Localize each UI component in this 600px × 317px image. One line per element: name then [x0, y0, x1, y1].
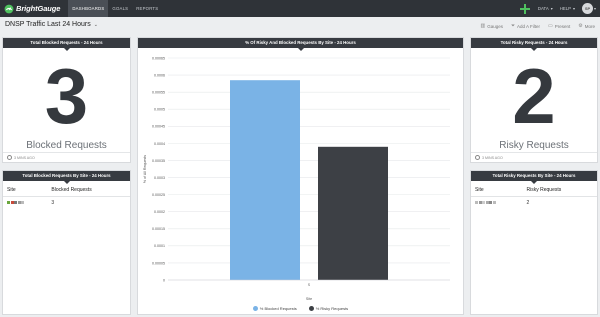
brand-name: BrightGauge: [16, 4, 61, 13]
y-tick-label: 0.00065: [152, 56, 165, 60]
legend-swatch: [308, 306, 314, 311]
table-header-row: Site Risky Requests: [471, 184, 597, 197]
updated-time-text: 3 MINS AGO: [482, 155, 503, 160]
legend-swatch: [252, 306, 258, 311]
y-tick-label: 0: [163, 278, 165, 282]
risky-total-widget[interactable]: Total Risky Requests - 24 Hours 2 Risky …: [470, 37, 598, 163]
redacted-site-name: [475, 200, 497, 206]
add-filter-button[interactable]: ⏷ Add A Filter: [511, 23, 540, 29]
updated-time: 3 MINS AGO: [7, 155, 35, 160]
y-tick-label: 0.00055: [152, 91, 165, 95]
nav-dashboards[interactable]: DASHBOARDS: [68, 0, 109, 17]
dashboard-toolbar: ▥ Gauges ⏷ Add A Filter ▭ Present ⚙ More: [472, 23, 595, 29]
more-button[interactable]: ⚙ More: [578, 23, 595, 29]
risky-by-site-widget[interactable]: Total Risky Requests By Site - 24 Hours …: [470, 170, 598, 315]
help-menu[interactable]: HELP ▾: [560, 6, 575, 11]
top-navigation: BrightGauge DASHBOARDS GOALS REPORTS DAT…: [0, 0, 600, 17]
y-tick-label: 0.00015: [152, 227, 165, 231]
divider: [3, 152, 130, 153]
bar-blocked: [230, 80, 300, 280]
chart-legend: % Blocked Requests % Risky Requests: [138, 306, 463, 311]
risky-value: 2: [526, 200, 530, 207]
chevron-down-icon: ⌄: [93, 21, 98, 28]
data-menu-label: DATA: [537, 6, 549, 11]
y-tick-label: 0.0005: [154, 108, 165, 112]
y-tick-label: 0.0004: [154, 142, 165, 146]
blocked-count: 3: [44, 52, 89, 140]
column-header-risky: Risky Requests: [522, 184, 597, 197]
filter-icon: ⏷: [510, 23, 515, 29]
column-header-blocked: Blocked Requests: [47, 184, 130, 197]
nav-reports[interactable]: REPORTS: [132, 0, 162, 17]
dashboard-selector[interactable]: DNSP Traffic Last 24 Hours ⌄: [5, 21, 98, 28]
y-tick-label: 0.00035: [152, 159, 165, 163]
dashboard-title: DNSP Traffic Last 24 Hours: [5, 21, 91, 28]
x-tick-label: S: [308, 283, 311, 287]
x-axis-label: Site: [306, 297, 312, 301]
blocked-value: 3: [51, 200, 55, 207]
blocked-total-widget[interactable]: Total Blocked Requests - 24 Hours 3 Bloc…: [2, 37, 131, 163]
widget-title: Total Blocked Requests By Site - 24 Hour…: [3, 171, 130, 184]
monitor-icon: ▭: [548, 23, 553, 29]
y-tick-label: 0.0003: [154, 176, 165, 180]
widget-title: Total Risky Requests - 24 Hours: [471, 38, 597, 51]
risky-label: Risky Requests: [499, 140, 569, 151]
gear-icon: ⚙: [578, 23, 583, 29]
risky-blocked-chart-widget[interactable]: % Of Risky And Blocked Requests By Site …: [137, 37, 464, 315]
bar-chart-icon: ▥: [480, 23, 486, 29]
site-name-redacted: [3, 197, 47, 210]
column-header-site: Site: [471, 184, 523, 197]
table-row[interactable]: 3: [3, 197, 130, 210]
site-name-redacted: [471, 197, 523, 210]
widget-title: Total Blocked Requests - 24 Hours: [3, 38, 130, 51]
user-avatar[interactable]: SP: [581, 3, 593, 14]
chevron-down-icon: ▾: [550, 6, 553, 11]
legend-item-risky[interactable]: % Risky Requests: [308, 306, 349, 311]
blocked-by-site-widget[interactable]: Total Blocked Requests By Site - 24 Hour…: [2, 170, 131, 315]
more-label: More: [584, 23, 595, 29]
brightgauge-logo-icon: [4, 4, 14, 13]
bar-risky: [318, 146, 388, 280]
widget-title: % Of Risky And Blocked Requests By Site …: [138, 38, 463, 51]
bar-chart: 0 0.00005 0.0001 0.00015 0.0002 0.00025 0.0003…: [143, 56, 450, 301]
gauges-button[interactable]: ▥ Gauges: [480, 23, 503, 29]
data-menu[interactable]: DATA ▾: [538, 6, 553, 11]
blocked-by-site-table: Site Blocked Requests 3: [3, 184, 130, 209]
add-filter-label: Add A Filter: [516, 23, 540, 29]
table-header-row: Site Blocked Requests: [3, 184, 130, 197]
chevron-down-icon[interactable]: ▾: [594, 6, 596, 11]
y-tick-label: 0.00045: [152, 125, 165, 129]
add-plus-icon[interactable]: [519, 3, 530, 14]
gauges-label: Gauges: [487, 23, 503, 29]
updated-time: 3 MINS AGO: [475, 155, 503, 160]
clock-icon: [7, 155, 12, 160]
updated-time-text: 3 MINS AGO: [14, 155, 35, 160]
y-tick-label: 0.00025: [152, 193, 165, 197]
blocked-label: Blocked Requests: [26, 140, 107, 151]
legend-item-blocked[interactable]: % Blocked Requests: [252, 306, 297, 311]
help-menu-label: HELP: [559, 6, 571, 11]
risky-by-site-table: Site Risky Requests 2: [471, 184, 597, 209]
legend-label: % Blocked Requests: [259, 306, 297, 311]
y-axis-label: % of All Requests: [143, 155, 147, 183]
legend-label: % Risky Requests: [315, 306, 349, 311]
redacted-site-name: [7, 200, 25, 206]
divider: [471, 152, 597, 153]
y-tick-label: 0.0006: [154, 73, 165, 77]
y-tick-label: 0.0002: [154, 210, 165, 214]
column-header-site: Site: [3, 184, 48, 197]
present-button[interactable]: ▭ Present: [548, 23, 570, 29]
y-tick-label: 0.00005: [152, 261, 165, 265]
present-label: Present: [554, 23, 571, 29]
widget-title: Total Risky Requests By Site - 24 Hours: [471, 171, 597, 184]
risky-count: 2: [512, 52, 556, 140]
chevron-down-icon: ▾: [572, 6, 575, 11]
nav-goals[interactable]: GOALS: [108, 0, 132, 17]
brand-logo[interactable]: BrightGauge: [4, 4, 60, 14]
clock-icon: [475, 155, 480, 160]
y-tick-label: 0.0001: [154, 244, 165, 248]
table-row[interactable]: 2: [471, 197, 597, 210]
